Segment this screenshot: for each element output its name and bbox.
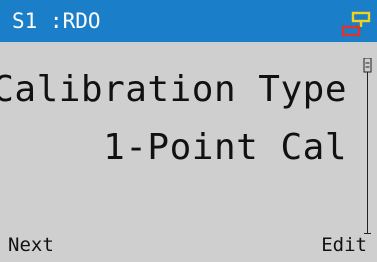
scrollbar[interactable] [363,58,372,234]
next-softkey[interactable]: Next [8,233,54,257]
scrollbar-thumb [363,58,372,73]
network-connection-icon [341,11,371,37]
title-bar: S1 :RDO [0,0,377,42]
device-screen: S1 :RDO Calibration Type 1-Point Cal Nex… [0,0,377,262]
setting-value[interactable]: 1-Point Cal [103,126,347,170]
channel-title: S1 :RDO [12,9,101,33]
setting-label: Calibration Type [0,69,347,110]
edit-softkey[interactable]: Edit [321,233,367,257]
